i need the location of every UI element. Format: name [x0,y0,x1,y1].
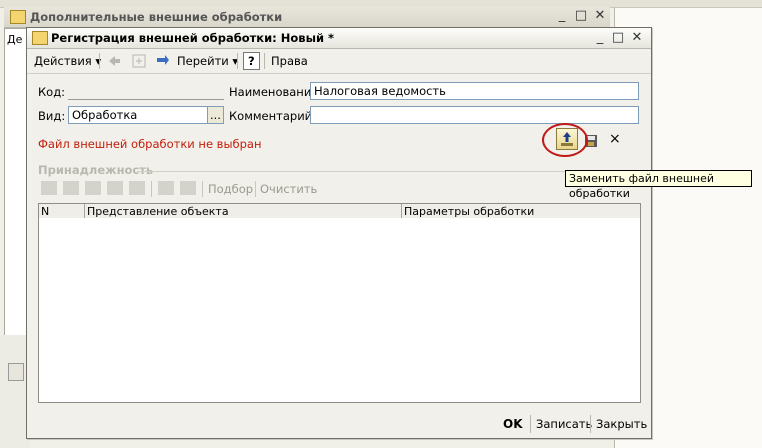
toolbar-separator [202,181,203,197]
column-header-params[interactable]: Параметры обработки [402,204,640,219]
clear-file-icon[interactable]: × [609,132,621,146]
folder-icon [10,10,26,24]
upload-icon[interactable] [158,181,174,195]
code-label: Код: [38,85,66,99]
toolbar-separator [255,181,256,197]
structure-icon[interactable] [131,53,147,69]
sort-desc-icon[interactable] [129,181,145,195]
tooltip: Заменить файл внешней обработки [565,170,752,200]
kind-select-button[interactable]: ... [207,106,224,124]
table-body[interactable] [38,218,641,403]
clear-button[interactable]: Очистить [260,182,317,196]
close-button[interactable]: Закрыть [596,415,647,433]
section-title: Принадлежность [38,163,154,177]
background-window-title: Дополнительные внешние обработки [30,10,283,24]
toolbar-separator [99,53,100,69]
toolbar-separator [151,181,152,197]
dialog-titlebar: Регистрация внешней обработки: Новый * _… [27,28,651,49]
back-arrow-icon[interactable] [106,53,122,69]
toolbar-separator [237,53,238,69]
toolbar-separator [264,53,265,69]
background-left-panel: Де [4,28,28,350]
save-icon[interactable] [180,181,196,195]
footer-separator [530,415,531,433]
column-header-object[interactable]: Представление объекта [85,204,402,219]
background-tab-label[interactable]: Де [7,33,22,46]
kind-field[interactable]: Обработка [68,106,208,124]
minimize-icon[interactable]: _ [593,31,607,45]
goto-label: Перейти [177,54,229,68]
add-row-icon[interactable] [41,181,57,195]
help-button[interactable]: ? [243,52,260,70]
footer-separator [590,415,591,433]
highlight-circle [542,123,588,157]
goto-menu-button[interactable]: Перейти ▾ [174,52,241,70]
document-icon [32,31,48,45]
comment-field[interactable] [310,106,639,124]
section-toolbar: Подбор Очистить [38,179,639,199]
maximize-icon[interactable]: □ [574,9,588,23]
edit-row-icon[interactable] [85,181,101,195]
code-field[interactable] [68,82,224,100]
registration-dialog: Регистрация внешней обработки: Новый * _… [26,27,652,439]
close-icon[interactable]: ✕ [593,9,607,23]
ok-button[interactable]: OK [503,415,523,433]
name-field[interactable]: Налоговая ведомость [310,82,639,100]
dialog-footer: OK Записать Закрыть [27,410,651,438]
name-label: Наименование: [229,85,323,99]
actions-menu-button[interactable]: Действия ▾ [31,52,104,70]
rights-button[interactable]: Права [268,52,311,70]
help-icon: ? [248,54,255,68]
kind-label: Вид: [38,109,66,123]
save-button[interactable]: Записать [536,415,592,433]
comment-label: Комментарий: [229,109,317,123]
minimize-icon[interactable]: _ [555,9,569,23]
maximize-icon[interactable]: □ [611,31,625,45]
column-header-n[interactable]: N [39,204,85,219]
file-not-selected-message: Файл внешней обработки не выбран [38,137,262,151]
close-icon[interactable]: ✕ [630,31,644,45]
actions-label: Действия [34,54,92,68]
section-divider [137,171,639,172]
select-button[interactable]: Подбор [208,182,253,196]
chart-icon [8,363,24,381]
dialog-toolbar: Действия ▾ Перейти ▾ ? Права [27,49,651,74]
sort-asc-icon[interactable] [107,181,123,195]
delete-row-icon[interactable] [63,181,79,195]
dialog-title: Регистрация внешней обработки: Новый * [51,31,335,45]
goto-icon[interactable] [155,53,171,69]
background-window-titlebar: Дополнительные внешние обработки _ □ ✕ [4,7,610,28]
